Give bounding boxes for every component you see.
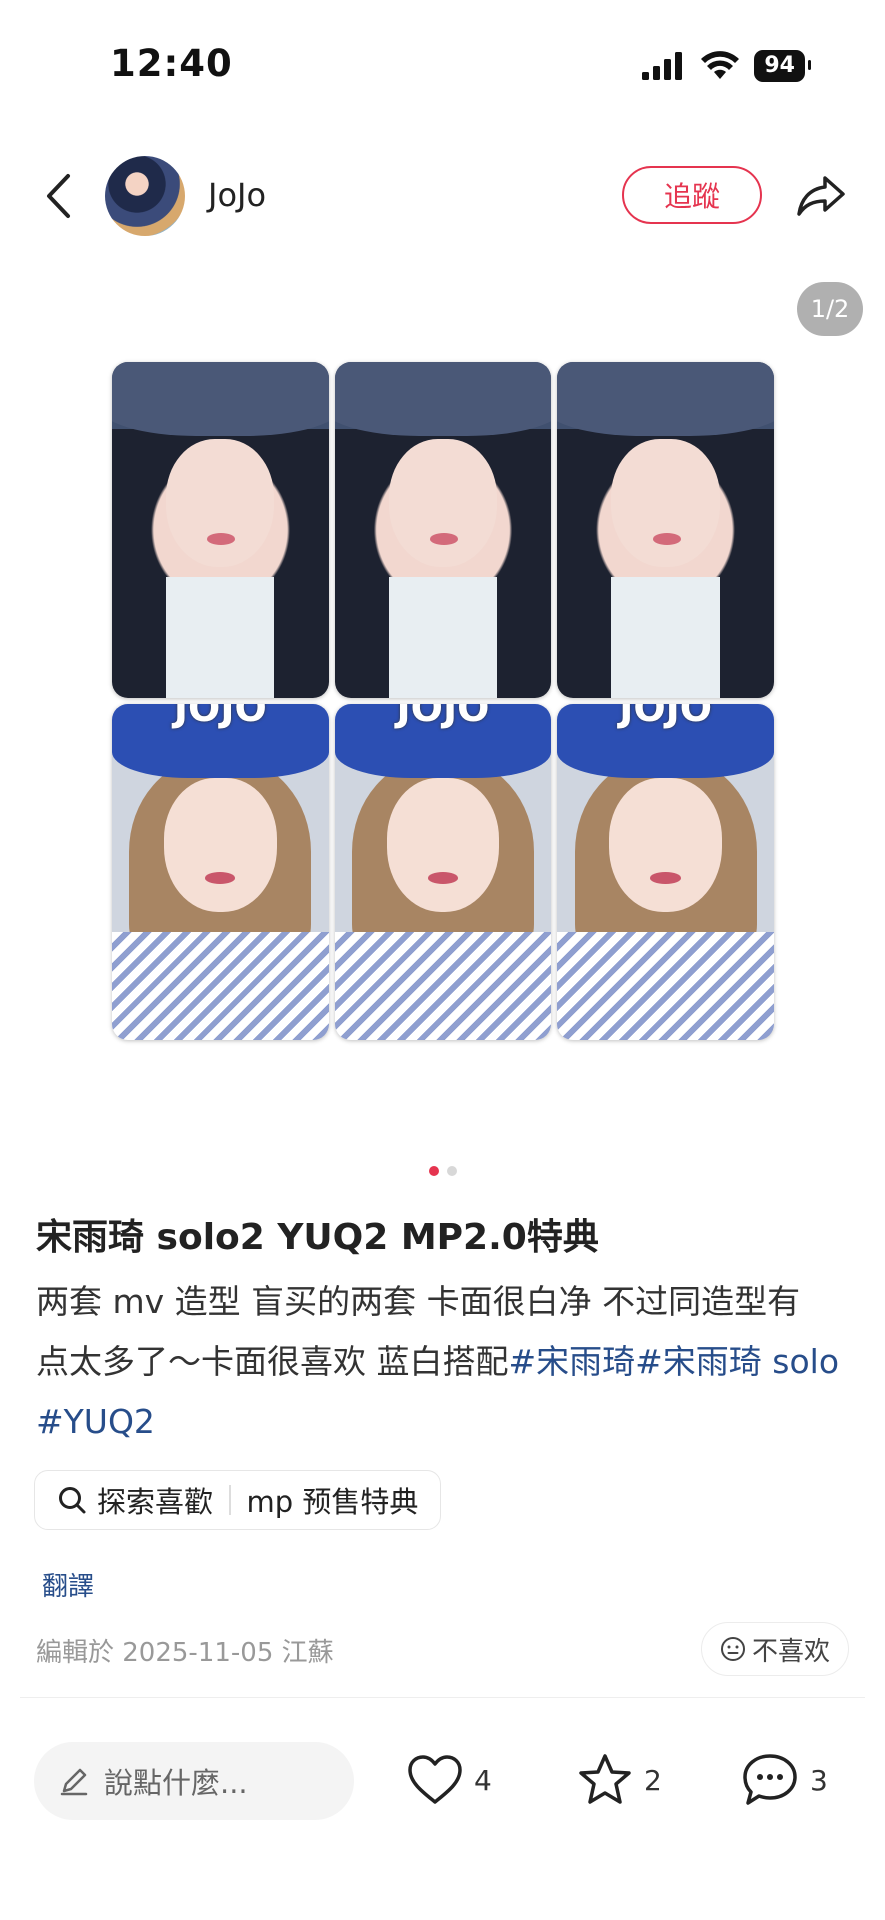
status-time: 12:40 bbox=[110, 42, 233, 85]
photo-card bbox=[557, 362, 774, 698]
photo-card-grid: JOJO JOJO JOJO bbox=[112, 362, 774, 1040]
photo-card bbox=[334, 362, 552, 698]
edit-meta: 編輯於 2025-11-05 江蘇 bbox=[36, 1638, 334, 1668]
card-label: JOJO bbox=[173, 704, 267, 730]
author-name[interactable]: JoJo bbox=[208, 176, 266, 214]
photo-card: JOJO bbox=[334, 704, 552, 1040]
signal-icon bbox=[642, 52, 683, 80]
hashtag-link[interactable]: #YUQ2 bbox=[36, 1402, 155, 1441]
like-count: 4 bbox=[474, 1763, 492, 1797]
photo-card bbox=[112, 362, 329, 698]
pagination-dot-active[interactable] bbox=[428, 1166, 439, 1176]
card-label: JOJO bbox=[619, 704, 713, 730]
post-body: 两套 mv 造型 盲买的两套 卡面很白净 不过同造型有 点太多了～卡面很喜欢 蓝… bbox=[36, 1272, 856, 1452]
pagination-dot[interactable] bbox=[446, 1166, 457, 1176]
hashtag-link[interactable]: #宋雨琦 solo bbox=[635, 1342, 839, 1381]
search-chip-keyword: mp 预售特典 bbox=[246, 1485, 419, 1519]
dislike-label: 不喜欢 bbox=[751, 1636, 830, 1667]
explore-search-chip[interactable]: 探索喜歡 mp 预售特典 bbox=[34, 1470, 442, 1530]
battery-indicator: 94 bbox=[754, 50, 811, 82]
chip-divider bbox=[229, 1485, 231, 1515]
pencil-icon bbox=[60, 1768, 88, 1796]
comment-placeholder: 說點什麼... bbox=[104, 1766, 248, 1800]
status-icons: 94 bbox=[642, 48, 811, 84]
comment-count: 3 bbox=[810, 1763, 828, 1797]
divider bbox=[20, 1697, 865, 1698]
back-button[interactable] bbox=[38, 168, 78, 224]
like-button[interactable]: 4 bbox=[406, 1752, 492, 1808]
star-icon bbox=[579, 1754, 631, 1804]
favorite-count: 2 bbox=[644, 1763, 662, 1797]
carousel-pagination bbox=[0, 1166, 885, 1176]
hashtag-link[interactable]: #宋雨琦 bbox=[509, 1342, 636, 1381]
post-title: 宋雨琦 solo2 YUQ2 MP2.0特典 bbox=[36, 1217, 599, 1258]
comment-bubble-icon bbox=[743, 1754, 797, 1805]
search-chip-label: 探索喜歡 bbox=[97, 1485, 214, 1519]
search-icon bbox=[59, 1487, 86, 1514]
wifi-icon bbox=[701, 51, 740, 79]
comment-input[interactable]: 說點什麼... bbox=[34, 1742, 354, 1820]
photo-card: JOJO bbox=[112, 704, 329, 1040]
chevron-left-icon bbox=[47, 174, 70, 218]
author-avatar[interactable] bbox=[105, 156, 185, 236]
post-body-line: 两套 mv 造型 盲买的两套 卡面很白净 不过同造型有 bbox=[36, 1282, 801, 1321]
page-counter: 1/2 bbox=[797, 282, 863, 336]
share-button[interactable] bbox=[792, 170, 850, 222]
post-body-line: 点太多了～卡面很喜欢 蓝白搭配 bbox=[36, 1342, 509, 1381]
translate-link[interactable]: 翻譯 bbox=[42, 1566, 94, 1603]
neutral-face-icon bbox=[720, 1637, 745, 1661]
share-icon bbox=[797, 176, 845, 216]
comments-button[interactable]: 3 bbox=[740, 1752, 828, 1808]
photo-card: JOJO bbox=[557, 704, 774, 1040]
favorite-button[interactable]: 2 bbox=[576, 1752, 662, 1808]
dislike-button[interactable]: 不喜欢 bbox=[700, 1622, 849, 1676]
card-label: JOJO bbox=[396, 704, 490, 730]
follow-button[interactable]: 追蹤 bbox=[622, 166, 762, 224]
heart-icon bbox=[408, 1755, 462, 1804]
